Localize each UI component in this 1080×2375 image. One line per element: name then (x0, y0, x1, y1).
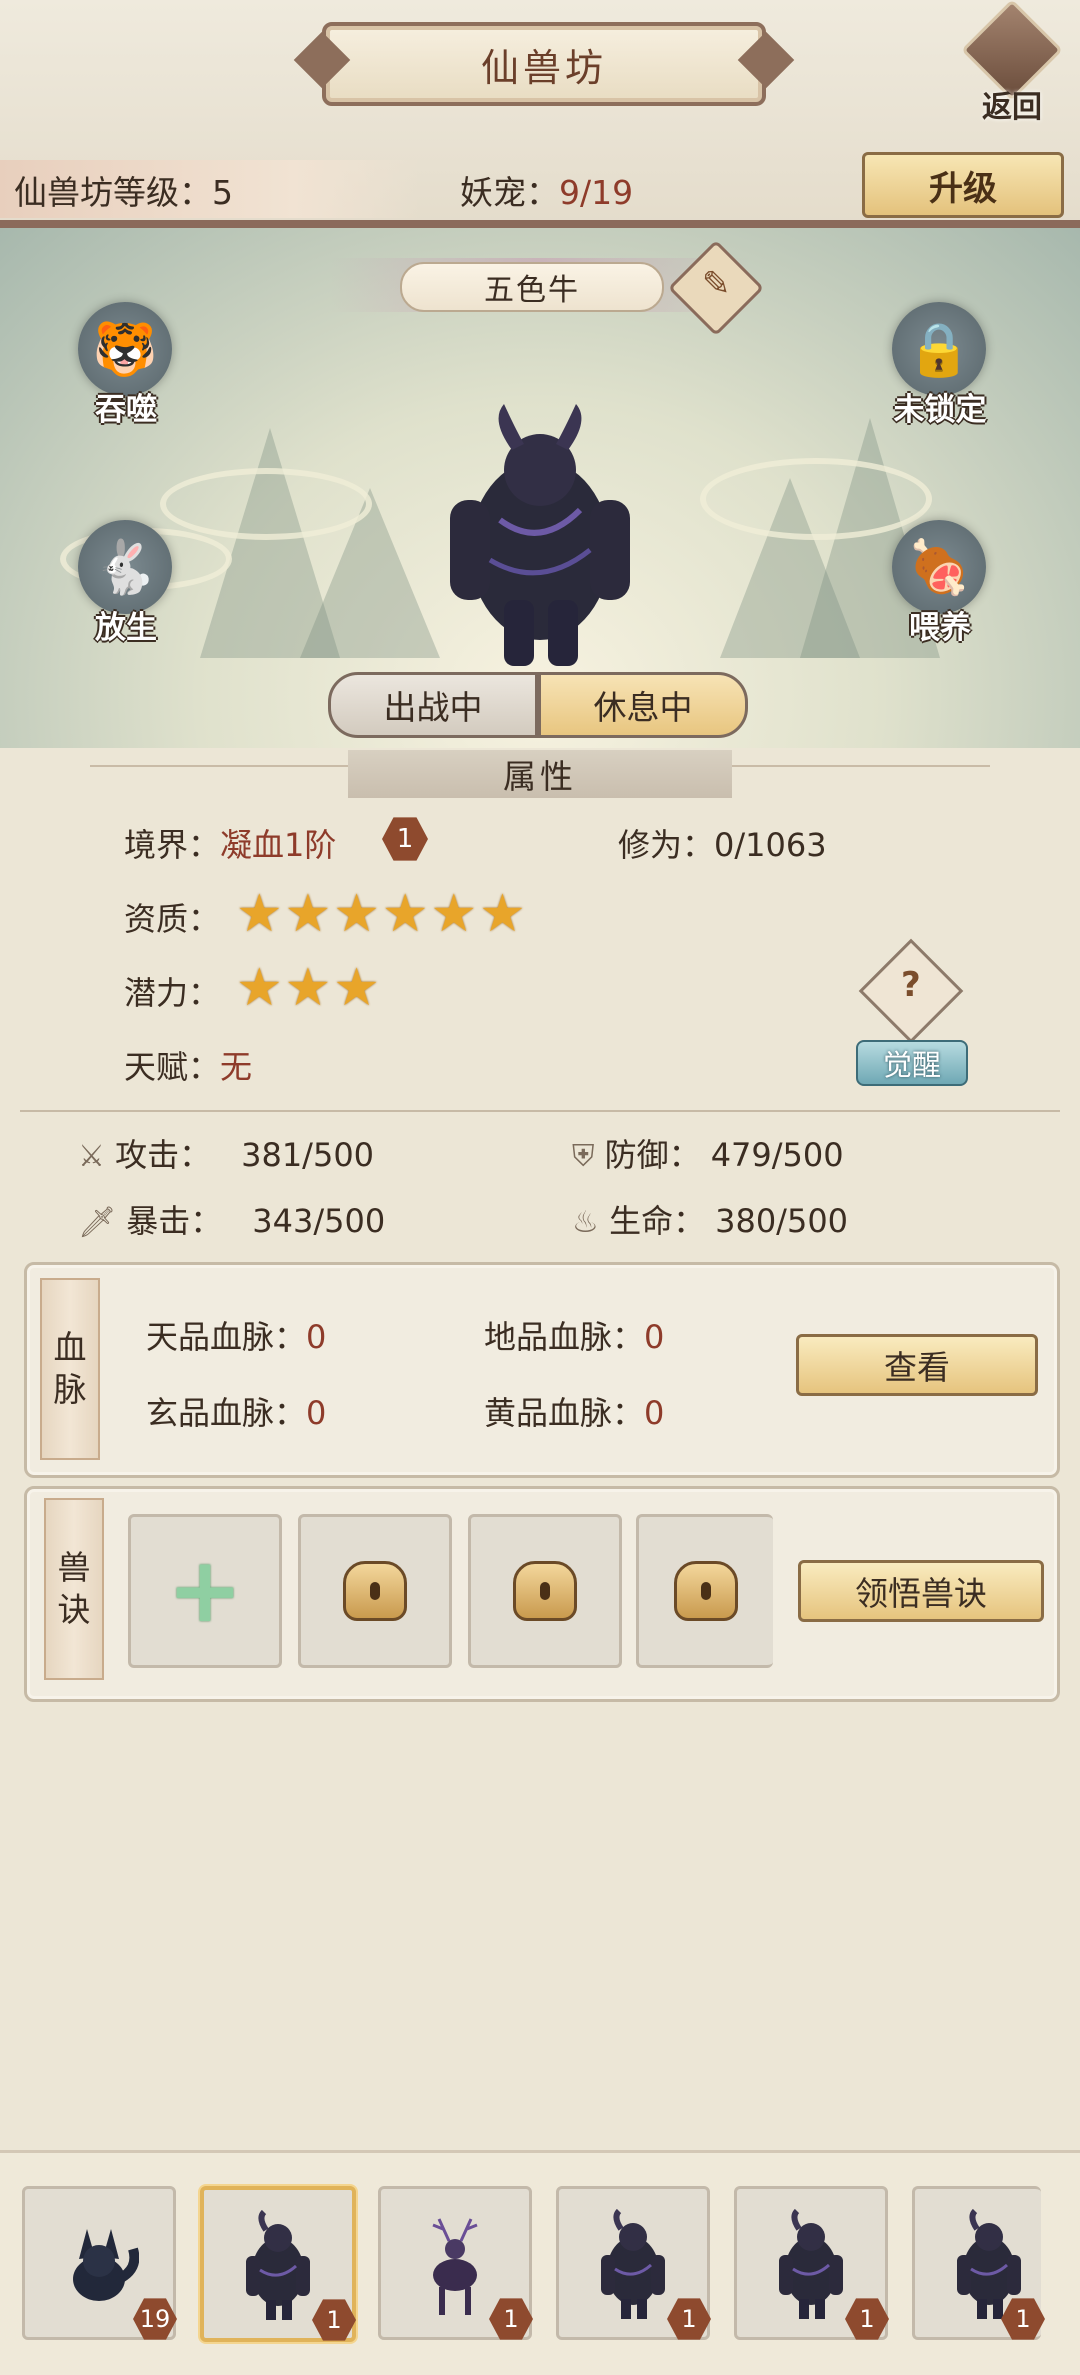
realm-level-badge: 1 (382, 817, 428, 861)
star-icon: ★ (333, 884, 380, 944)
lock-icon: 🔒 (892, 302, 986, 396)
life-value: 380/500 (715, 1202, 849, 1240)
cultivation-value: 0/1063 (714, 826, 827, 864)
yellow-bloodline: 黄品血脉：0 (484, 1394, 665, 1432)
pet-model (450, 404, 630, 666)
upgrade-button[interactable]: 升级 (862, 152, 1064, 218)
ox-pet-icon (779, 2209, 843, 2319)
help-button[interactable]: ? (858, 938, 964, 1044)
awaken-button[interactable]: 觉醒 (856, 1040, 968, 1086)
attribute-title: 属性 (348, 750, 732, 798)
potential-stars: ★ ★ ★ (236, 962, 380, 1014)
pet-count: 妖宠：9/19 (460, 173, 634, 212)
skill-slot-locked[interactable] (468, 1514, 622, 1668)
sword-icon: ⚔ (78, 1139, 105, 1174)
pet-level-badge: 1 (312, 2299, 356, 2341)
lock-button[interactable]: 🔒 未锁定 (870, 302, 1010, 432)
learn-skill-button[interactable]: 领悟兽诀 (798, 1560, 1044, 1622)
roster-pet-card[interactable]: 1 (734, 2186, 889, 2340)
devour-button[interactable]: 🐯 吞噬 (56, 302, 196, 432)
ox-pet-icon (246, 2210, 310, 2320)
deploy-toggle[interactable]: 出战中 休息中 (328, 672, 748, 738)
defense-value: 479/500 (710, 1136, 844, 1174)
skill-tag-char: 诀 (57, 1590, 91, 1629)
aptitude-stars: ★ ★ ★ ★ ★ ★ (236, 888, 526, 940)
brush-icon: ✎ (701, 263, 731, 304)
aptitude-label: 资质： (124, 900, 221, 938)
attack-value: 381/500 (241, 1136, 375, 1174)
beast-head-icon: 🐯 (78, 302, 172, 396)
skill-slot-locked[interactable] (636, 1514, 773, 1668)
back-button[interactable]: 返回 (961, 0, 1063, 125)
tab-in-battle[interactable]: 出战中 (328, 672, 538, 738)
mystic-bloodline: 玄品血脉：0 (146, 1394, 327, 1432)
feed-button[interactable]: 🍖 喂养 (870, 520, 1010, 650)
pet-level-badge: 1 (667, 2298, 711, 2340)
back-label: 返回 (982, 90, 1042, 125)
ox-pet-icon (601, 2209, 665, 2319)
skill-tag: 兽 诀 (44, 1498, 104, 1680)
realm-value: 凝血1阶 (220, 826, 337, 864)
talent-row: 天赋：无 (124, 1048, 253, 1086)
shield-icon: ⛨ (572, 1139, 595, 1174)
star-icon: ★ (284, 884, 332, 944)
star-icon: ★ (333, 958, 380, 1018)
padlock-icon (674, 1561, 738, 1621)
deer-pet-icon (432, 2218, 478, 2315)
fox-pet-icon (73, 2229, 139, 2301)
devour-label: 吞噬 (95, 392, 157, 428)
star-icon: ★ (284, 958, 332, 1018)
pet-level-badge: 1 (489, 2298, 533, 2340)
roster-pet-card[interactable]: 1 (912, 2186, 1045, 2340)
roster-pet-card[interactable]: 1 (378, 2186, 533, 2340)
header-divider (0, 220, 1080, 228)
crit-value: 343/500 (252, 1202, 386, 1240)
defense-row: ⛨ 防御： 479/500 (572, 1136, 844, 1174)
pet-count-value: 9/19 (559, 173, 634, 212)
tab-resting[interactable]: 休息中 (538, 672, 748, 738)
cultivation-row: 修为：0/1063 (618, 826, 827, 864)
pet-level-badge: 19 (133, 2298, 177, 2340)
skill-slot-add[interactable]: + (128, 1514, 282, 1668)
bloodline-tag-char: 血 (53, 1328, 87, 1367)
bloodline-tag: 血 脉 (40, 1278, 100, 1460)
bloodline-tag-char: 脉 (53, 1370, 87, 1409)
life-row: ♨ 生命： 380/500 (572, 1202, 849, 1240)
flame-icon: ♨ (572, 1205, 599, 1240)
workshop-level: 仙兽坊等级：5 (14, 173, 233, 212)
padlock-icon (513, 1561, 577, 1621)
feed-label: 喂养 (909, 610, 971, 646)
release-button[interactable]: 🐇 放生 (56, 520, 196, 650)
question-icon: ? (901, 965, 921, 1006)
realm-row: 境界：凝血1阶 (124, 826, 337, 864)
roster-pet-card[interactable]: 19 (22, 2186, 177, 2340)
skill-tag-char: 兽 (57, 1548, 91, 1587)
crit-blade-icon: 🗡 (78, 1205, 117, 1240)
stats-divider (20, 1110, 1060, 1112)
talent-value: 无 (220, 1048, 253, 1086)
page-title: 仙兽坊 (322, 22, 766, 106)
plus-icon: + (167, 1538, 243, 1643)
pet-name: 五色牛 (400, 262, 664, 312)
roster-pet-card[interactable]: 1 (556, 2186, 711, 2340)
heaven-bloodline: 天品血脉：0 (146, 1318, 327, 1356)
star-icon: ★ (479, 884, 526, 944)
attack-row: ⚔ 攻击： 381/500 (78, 1136, 375, 1174)
pet-level-badge: 1 (845, 2298, 889, 2340)
rabbit-icon: 🐇 (78, 520, 172, 614)
star-icon: ★ (236, 884, 283, 944)
skill-slot-locked[interactable] (298, 1514, 452, 1668)
release-label: 放生 (95, 610, 157, 646)
view-bloodline-button[interactable]: 查看 (796, 1334, 1038, 1396)
star-icon: ★ (236, 958, 283, 1018)
roster-pet-card[interactable]: 1 (200, 2186, 356, 2342)
star-icon: ★ (381, 884, 429, 944)
meat-icon: 🍖 (892, 520, 986, 614)
potential-label: 潜力： (124, 974, 221, 1012)
earth-bloodline: 地品血脉：0 (484, 1318, 665, 1356)
star-icon: ★ (430, 884, 478, 944)
lock-label: 未锁定 (893, 392, 987, 428)
crit-row: 🗡 暴击： 343/500 (78, 1202, 386, 1240)
padlock-icon (343, 1561, 407, 1621)
